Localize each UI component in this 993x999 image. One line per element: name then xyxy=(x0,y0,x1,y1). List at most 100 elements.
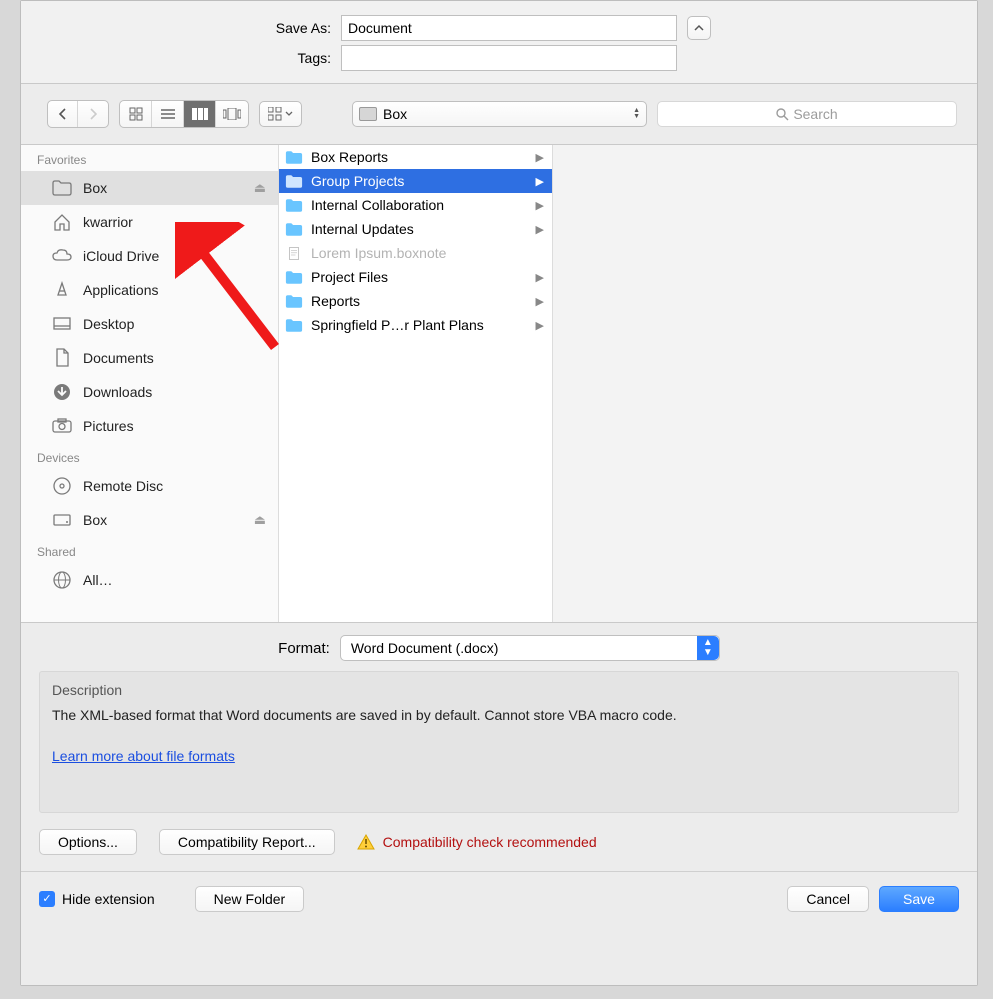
chevron-right-icon: ▶ xyxy=(536,223,544,236)
column-item-label: Project Files xyxy=(311,269,536,285)
checkbox-checked-icon: ✓ xyxy=(39,891,55,907)
column-item-label: Box Reports xyxy=(311,149,536,165)
column-item-label: Springfield P…r Plant Plans xyxy=(311,317,536,333)
cancel-button[interactable]: Cancel xyxy=(787,886,869,912)
icon-view-button[interactable] xyxy=(120,101,152,127)
sidebar-item-label: Box xyxy=(83,512,254,528)
column-item-label: Group Projects xyxy=(311,173,536,189)
sidebar-item-label: Documents xyxy=(83,350,266,366)
sidebar-item-applications[interactable]: Applications xyxy=(21,273,278,307)
sidebar: FavoritesBox⏏kwarrioriCloud DriveApplica… xyxy=(21,145,279,622)
top-zone: Save As: Tags: xyxy=(21,1,977,84)
nav-buttons xyxy=(47,100,109,128)
folder-icon xyxy=(51,177,73,199)
compatibility-report-button[interactable]: Compatibility Report... xyxy=(159,829,335,855)
search-field[interactable]: Search xyxy=(657,101,957,127)
sidebar-item-label: Downloads xyxy=(83,384,266,400)
disc-icon xyxy=(51,475,73,497)
apps-icon xyxy=(51,279,73,301)
eject-icon[interactable]: ⏏ xyxy=(254,512,266,528)
chevron-right-icon: ▶ xyxy=(536,175,544,188)
sidebar-section-title: Devices xyxy=(21,443,278,469)
options-button[interactable]: Options... xyxy=(39,829,137,855)
view-mode-buttons xyxy=(119,100,249,128)
list-view-button[interactable] xyxy=(152,101,184,127)
sidebar-item-label: Applications xyxy=(83,282,266,298)
description-box: Description The XML-based format that Wo… xyxy=(39,671,959,813)
new-folder-button[interactable]: New Folder xyxy=(195,886,305,912)
sidebar-item-documents[interactable]: Documents xyxy=(21,341,278,375)
sidebar-item-pictures[interactable]: Pictures xyxy=(21,409,278,443)
columns-icon xyxy=(192,108,208,120)
sidebar-item-label: Remote Disc xyxy=(83,478,266,494)
format-label: Format: xyxy=(278,640,330,657)
cloud-icon xyxy=(51,245,73,267)
sidebar-item-remote-disc[interactable]: Remote Disc xyxy=(21,469,278,503)
sidebar-item-label: kwarrior xyxy=(83,214,266,230)
coverflow-view-button[interactable] xyxy=(216,101,248,127)
hide-extension-label: Hide extension xyxy=(62,891,155,907)
sidebar-item-icloud-drive[interactable]: iCloud Drive xyxy=(21,239,278,273)
hide-extension-checkbox[interactable]: ✓ Hide extension xyxy=(39,891,155,907)
path-stepper-icon: ▲▼ xyxy=(633,108,640,120)
sidebar-item-label: Box xyxy=(83,180,254,196)
forward-button[interactable] xyxy=(78,101,108,127)
column-item[interactable]: Project Files▶ xyxy=(279,265,552,289)
sidebar-item-desktop[interactable]: Desktop xyxy=(21,307,278,341)
column-item-label: Lorem Ipsum.boxnote xyxy=(311,245,544,261)
column-item-label: Reports xyxy=(311,293,536,309)
toolbar: Box ▲▼ Search xyxy=(21,84,977,145)
save-button[interactable]: Save xyxy=(879,886,959,912)
grid-icon xyxy=(129,107,143,121)
file-column: Box Reports▶Group Projects▶Internal Coll… xyxy=(279,145,553,622)
back-button[interactable] xyxy=(48,101,78,127)
browser: FavoritesBox⏏kwarrioriCloud DriveApplica… xyxy=(21,145,977,623)
column-item[interactable]: Internal Updates▶ xyxy=(279,217,552,241)
column-item[interactable]: Box Reports▶ xyxy=(279,145,552,169)
chevron-left-icon xyxy=(58,108,67,120)
chevron-right-icon: ▶ xyxy=(536,199,544,212)
chevron-right-icon: ▶ xyxy=(536,319,544,332)
save-as-label: Save As: xyxy=(21,20,341,36)
save-as-input[interactable] xyxy=(341,15,677,41)
sidebar-section-title: Shared xyxy=(21,537,278,563)
chevron-right-icon xyxy=(89,108,98,120)
sidebar-item-box[interactable]: Box⏏ xyxy=(21,171,278,205)
sidebar-item-label: Desktop xyxy=(83,316,266,332)
column-item[interactable]: Reports▶ xyxy=(279,289,552,313)
column-item[interactable]: Springfield P…r Plant Plans▶ xyxy=(279,313,552,337)
eject-icon[interactable]: ⏏ xyxy=(254,180,266,196)
path-name: Box xyxy=(383,106,633,122)
pictures-icon xyxy=(51,415,73,437)
chevron-right-icon: ▶ xyxy=(536,151,544,164)
select-caret-icon: ▲▼ xyxy=(697,636,719,660)
column-item[interactable]: Internal Collaboration▶ xyxy=(279,193,552,217)
collapse-button[interactable] xyxy=(687,16,711,40)
sidebar-item-box[interactable]: Box⏏ xyxy=(21,503,278,537)
path-control[interactable]: Box ▲▼ xyxy=(352,101,647,127)
desktop-icon xyxy=(51,313,73,335)
chevron-right-icon: ▶ xyxy=(536,271,544,284)
search-placeholder: Search xyxy=(793,106,837,122)
drive-icon xyxy=(51,509,73,531)
home-icon xyxy=(51,211,73,233)
arrange-icon xyxy=(268,107,282,121)
format-value: Word Document (.docx) xyxy=(351,640,499,656)
tags-input[interactable] xyxy=(341,45,677,71)
coverflow-icon xyxy=(223,108,241,120)
arrange-button[interactable] xyxy=(259,101,302,127)
sidebar-item-all-[interactable]: All… xyxy=(21,563,278,597)
sidebar-section-title: Favorites xyxy=(21,145,278,171)
column-view-button[interactable] xyxy=(184,101,216,127)
search-icon xyxy=(776,108,789,121)
learn-more-link[interactable]: Learn more about file formats xyxy=(52,748,235,764)
globe-icon xyxy=(51,569,73,591)
format-zone: Format: Word Document (.docx) ▲▼ Descrip… xyxy=(21,623,977,985)
format-select[interactable]: Word Document (.docx) ▲▼ xyxy=(340,635,720,661)
column-item: Lorem Ipsum.boxnote xyxy=(279,241,552,265)
sidebar-item-kwarrior[interactable]: kwarrior xyxy=(21,205,278,239)
sidebar-item-downloads[interactable]: Downloads xyxy=(21,375,278,409)
column-item-label: Internal Updates xyxy=(311,221,536,237)
column-item[interactable]: Group Projects▶ xyxy=(279,169,552,193)
drive-icon xyxy=(359,107,377,121)
